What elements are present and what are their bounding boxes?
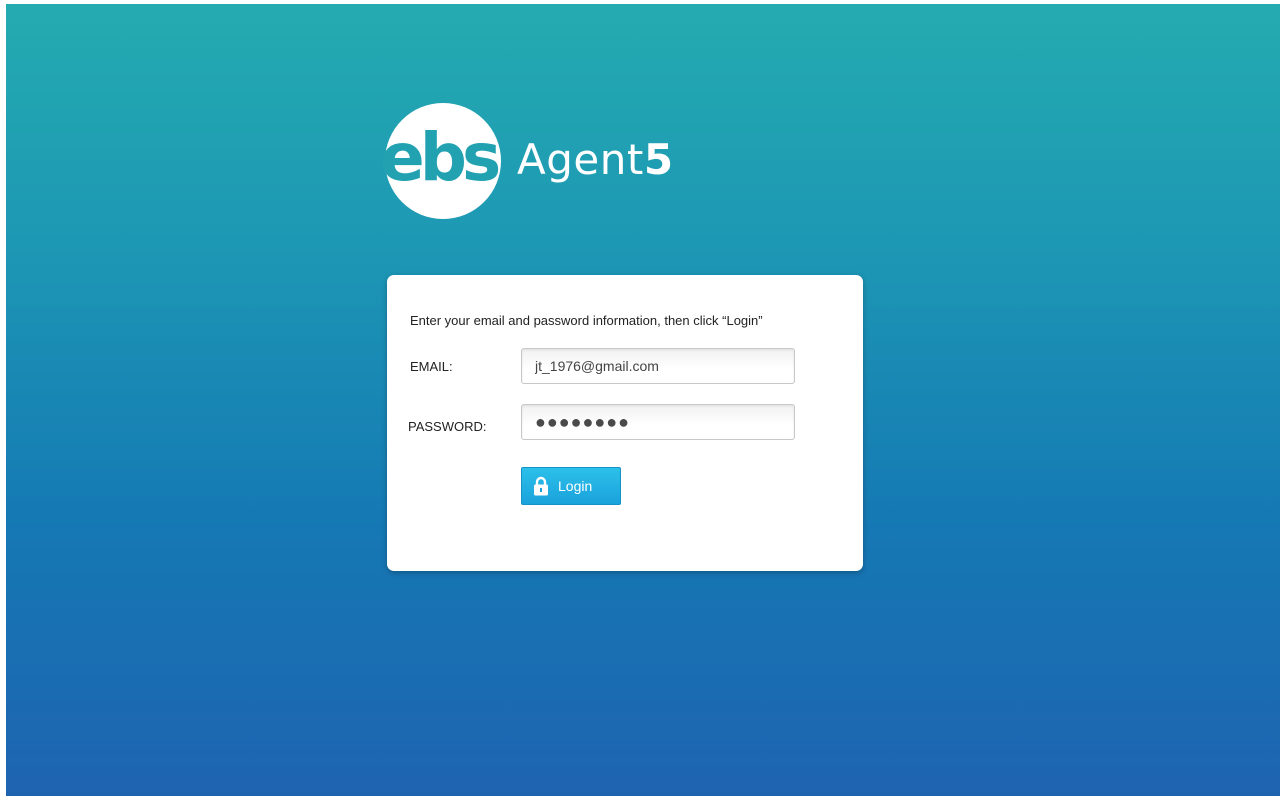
password-input[interactable] [521,404,795,440]
login-page: ebs Agent5 Enter your email and password… [6,4,1280,796]
logo-mark: ebs [380,119,501,196]
logo-product-number: 5 [643,134,674,184]
login-button-label: Login [558,478,593,494]
login-instructions: Enter your email and password informatio… [410,313,763,328]
email-label: EMAIL: [410,359,453,374]
lock-icon [533,476,549,496]
logo-product-name: Agent5 [517,135,674,184]
email-input[interactable] [521,348,795,384]
login-button[interactable]: Login [521,467,621,505]
password-label: PASSWORD: [408,419,487,434]
logo-circle: ebs [380,103,501,219]
logo-product-word: Agent [517,134,644,184]
ebs-agent5-logo: ebs Agent5 [380,103,674,219]
login-card: Enter your email and password informatio… [387,275,863,571]
